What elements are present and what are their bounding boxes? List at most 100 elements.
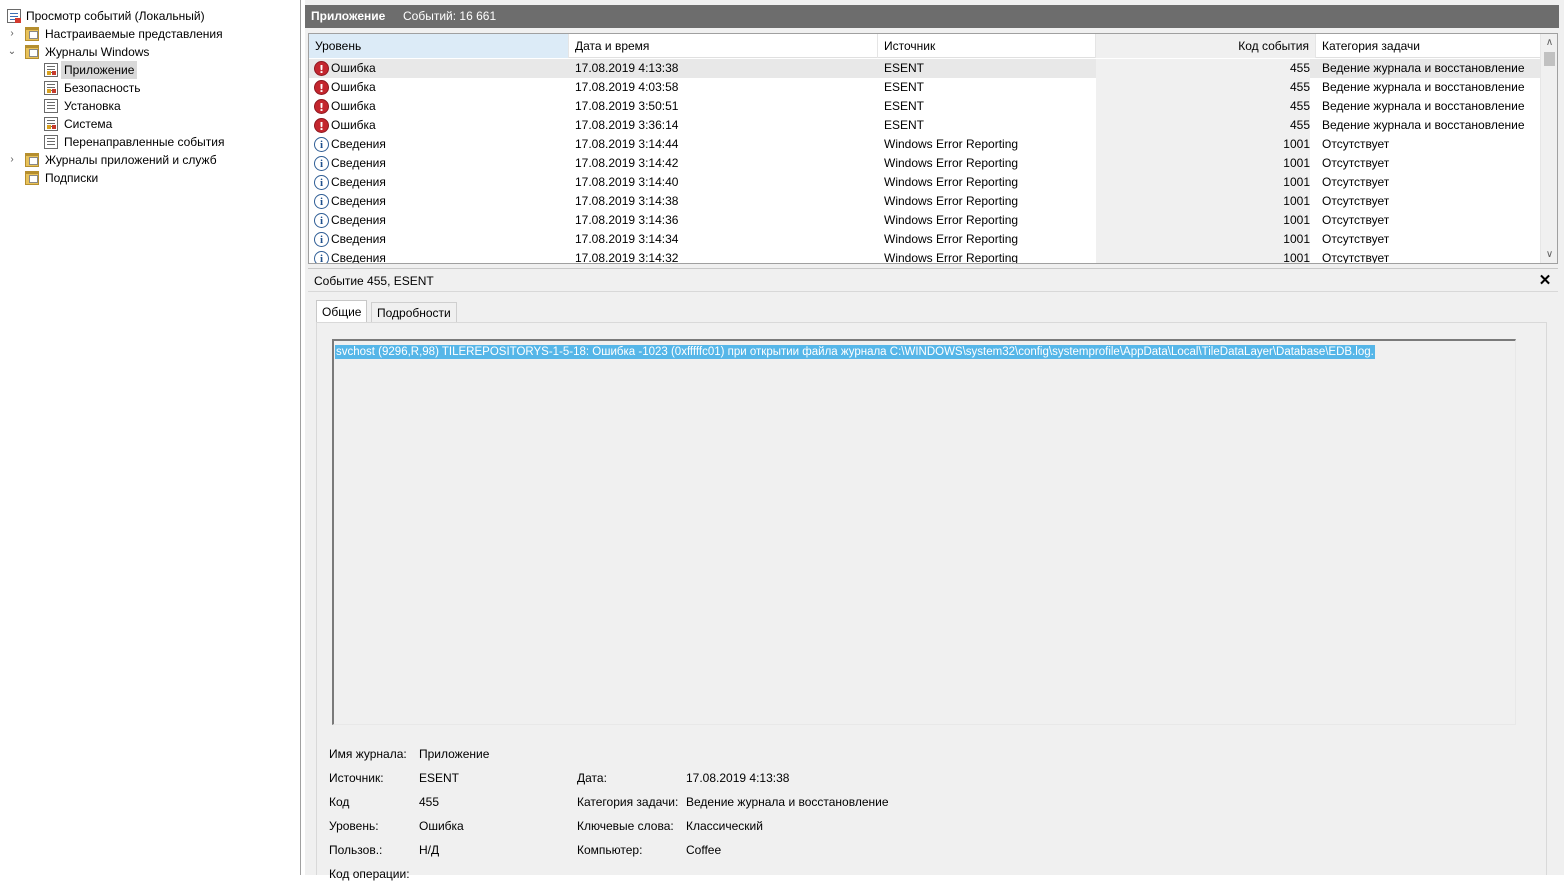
scroll-thumb[interactable] <box>1544 52 1555 66</box>
level-value: Ошибка <box>419 819 464 833</box>
table-row[interactable]: i Сведения 17.08.2019 3:14:42 Windows Error… <box>309 154 1541 173</box>
cell-date: 17.08.2019 3:14:36 <box>575 213 679 227</box>
cell-date: 17.08.2019 3:14:34 <box>575 232 679 246</box>
info-icon: i <box>314 194 329 209</box>
cell-code: 455 <box>1096 97 1310 116</box>
code-label: Код <box>329 795 350 809</box>
tree-item-label: Перенаправленные события <box>64 135 225 149</box>
table-row[interactable]: i Сведения 17.08.2019 3:14:40 Windows Error… <box>309 173 1541 192</box>
cell-level: Сведения <box>331 251 386 264</box>
cell-date: 17.08.2019 4:03:58 <box>575 80 679 94</box>
cell-category: Отсутствует <box>1322 175 1390 189</box>
log-icon <box>44 63 58 77</box>
info-icon: i <box>314 213 329 228</box>
event-message-text[interactable]: svchost (9296,R,98) TILEREPOSITORYS-1-5-… <box>335 345 1375 359</box>
folder-icon <box>25 45 39 59</box>
table-row[interactable]: ! Ошибка 17.08.2019 4:03:58 ESENT 455 Ведение… <box>309 78 1541 97</box>
cell-source: Windows Error Reporting <box>884 194 1019 208</box>
level-label: Уровень: <box>329 819 379 833</box>
log-name-value: Приложение <box>419 747 490 761</box>
event-message-box[interactable]: svchost (9296,R,98) TILEREPOSITORYS-1-5-… <box>332 339 1516 725</box>
chevron-right-icon[interactable]: › <box>7 25 17 43</box>
tree-item-label: Просмотр событий (Локальный) <box>26 9 205 23</box>
cell-source: Windows Error Reporting <box>884 137 1019 151</box>
cell-code: 1001 <box>1096 211 1310 230</box>
tree-item-label: Система <box>64 117 113 131</box>
event-count: Событий: 16 661 <box>403 9 497 23</box>
cell-source: Windows Error Reporting <box>884 175 1019 189</box>
column-header-task-category[interactable]: Категория задачи <box>1316 34 1541 58</box>
table-header: Уровень Дата и время Источник Код событи… <box>309 34 1541 58</box>
date-value: 17.08.2019 4:13:38 <box>686 771 790 785</box>
info-icon: i <box>314 175 329 190</box>
table-body: ! Ошибка 17.08.2019 4:13:38 ESENT 455 Ведение… <box>309 59 1541 264</box>
table-row[interactable]: i Сведения 17.08.2019 3:14:38 Windows Error… <box>309 192 1541 211</box>
table-row[interactable]: i Сведения 17.08.2019 3:14:32 Windows Error… <box>309 249 1541 264</box>
keywords-label: Ключевые слова: <box>577 819 674 833</box>
cell-level: Сведения <box>331 194 386 208</box>
chevron-right-icon[interactable]: › <box>7 151 17 169</box>
table-row[interactable]: ! Ошибка 17.08.2019 3:36:14 ESENT 455 Ведение… <box>309 116 1541 135</box>
cell-code: 1001 <box>1096 154 1310 173</box>
error-icon: ! <box>314 61 329 76</box>
column-header-date[interactable]: Дата и время <box>569 34 878 58</box>
cell-date: 17.08.2019 3:14:40 <box>575 175 679 189</box>
column-header-event-id[interactable]: Код события <box>1096 34 1316 58</box>
tree-item-label: Безопасность <box>64 81 141 95</box>
event-detail-title: Событие 455, ESENT <box>314 274 434 288</box>
cell-level: Сведения <box>331 137 386 151</box>
source-label: Источник: <box>329 771 384 785</box>
cell-code: 455 <box>1096 78 1310 97</box>
scroll-down-icon[interactable]: ∨ <box>1541 246 1557 263</box>
table-row[interactable]: i Сведения 17.08.2019 3:14:36 Windows Error… <box>309 211 1541 230</box>
info-icon: i <box>314 232 329 247</box>
event-viewer-window: Просмотр событий (Локальный) › Настраива… <box>0 0 1564 881</box>
scroll-up-icon[interactable]: ∧ <box>1541 34 1557 51</box>
events-table: Уровень Дата и время Источник Код событи… <box>308 33 1558 264</box>
cell-source: ESENT <box>884 61 925 75</box>
close-icon[interactable]: ✕ <box>1537 269 1553 293</box>
table-row[interactable]: ! Ошибка 17.08.2019 3:50:51 ESENT 455 Ведение… <box>309 97 1541 116</box>
table-row[interactable]: i Сведения 17.08.2019 3:14:34 Windows Error… <box>309 230 1541 249</box>
cell-category: Отсутствует <box>1322 194 1390 208</box>
user-label: Пользов.: <box>329 843 383 857</box>
cell-category: Отсутствует <box>1322 213 1390 227</box>
info-icon: i <box>314 251 329 263</box>
cell-category: Отсутствует <box>1322 137 1390 151</box>
cell-level: Ошибка <box>331 61 376 75</box>
table-scrollbar[interactable]: ∧ ∨ <box>1540 34 1557 263</box>
cell-date: 17.08.2019 3:50:51 <box>575 99 679 113</box>
error-icon: ! <box>314 99 329 114</box>
task-category-label: Категория задачи: <box>577 795 679 809</box>
chevron-down-icon[interactable]: ⌄ <box>7 43 17 61</box>
table-row[interactable]: ! Ошибка 17.08.2019 4:13:38 ESENT 455 Ведение… <box>309 59 1541 78</box>
log-icon <box>44 135 58 149</box>
folder-icon <box>25 27 39 41</box>
cell-category: Ведение журнала и восстановление <box>1322 118 1525 132</box>
computer-value: Coffee <box>686 843 722 857</box>
tab-general[interactable]: Общие <box>316 300 368 323</box>
cell-source: ESENT <box>884 118 925 132</box>
info-icon: i <box>314 156 329 171</box>
cell-level: Ошибка <box>331 118 376 132</box>
tab-general-panel: svchost (9296,R,98) TILEREPOSITORYS-1-5-… <box>316 322 1547 881</box>
table-row[interactable]: i Сведения 17.08.2019 3:14:44 Windows Error… <box>309 135 1541 154</box>
cell-date: 17.08.2019 3:14:32 <box>575 251 679 264</box>
opcode-label: Код операции: <box>329 867 410 881</box>
tree-item-label: Установка <box>64 99 121 113</box>
cell-date: 17.08.2019 3:14:44 <box>575 137 679 151</box>
tree-item-label: Журналы Windows <box>45 45 150 59</box>
log-icon <box>44 99 58 113</box>
cell-date: 17.08.2019 4:13:38 <box>575 61 679 75</box>
info-icon: i <box>314 137 329 152</box>
cell-source: ESENT <box>884 99 925 113</box>
cell-source: Windows Error Reporting <box>884 251 1019 264</box>
cell-date: 17.08.2019 3:14:42 <box>575 156 679 170</box>
cell-code: 1001 <box>1096 173 1310 192</box>
column-header-level[interactable]: Уровень <box>309 34 569 58</box>
navigation-tree: Просмотр событий (Локальный) › Настраива… <box>0 0 301 875</box>
tab-details[interactable]: Подробности <box>371 302 457 322</box>
log-name-label: Имя журнала: <box>329 747 407 761</box>
column-header-source[interactable]: Источник <box>878 34 1096 58</box>
code-value: 455 <box>419 795 440 809</box>
